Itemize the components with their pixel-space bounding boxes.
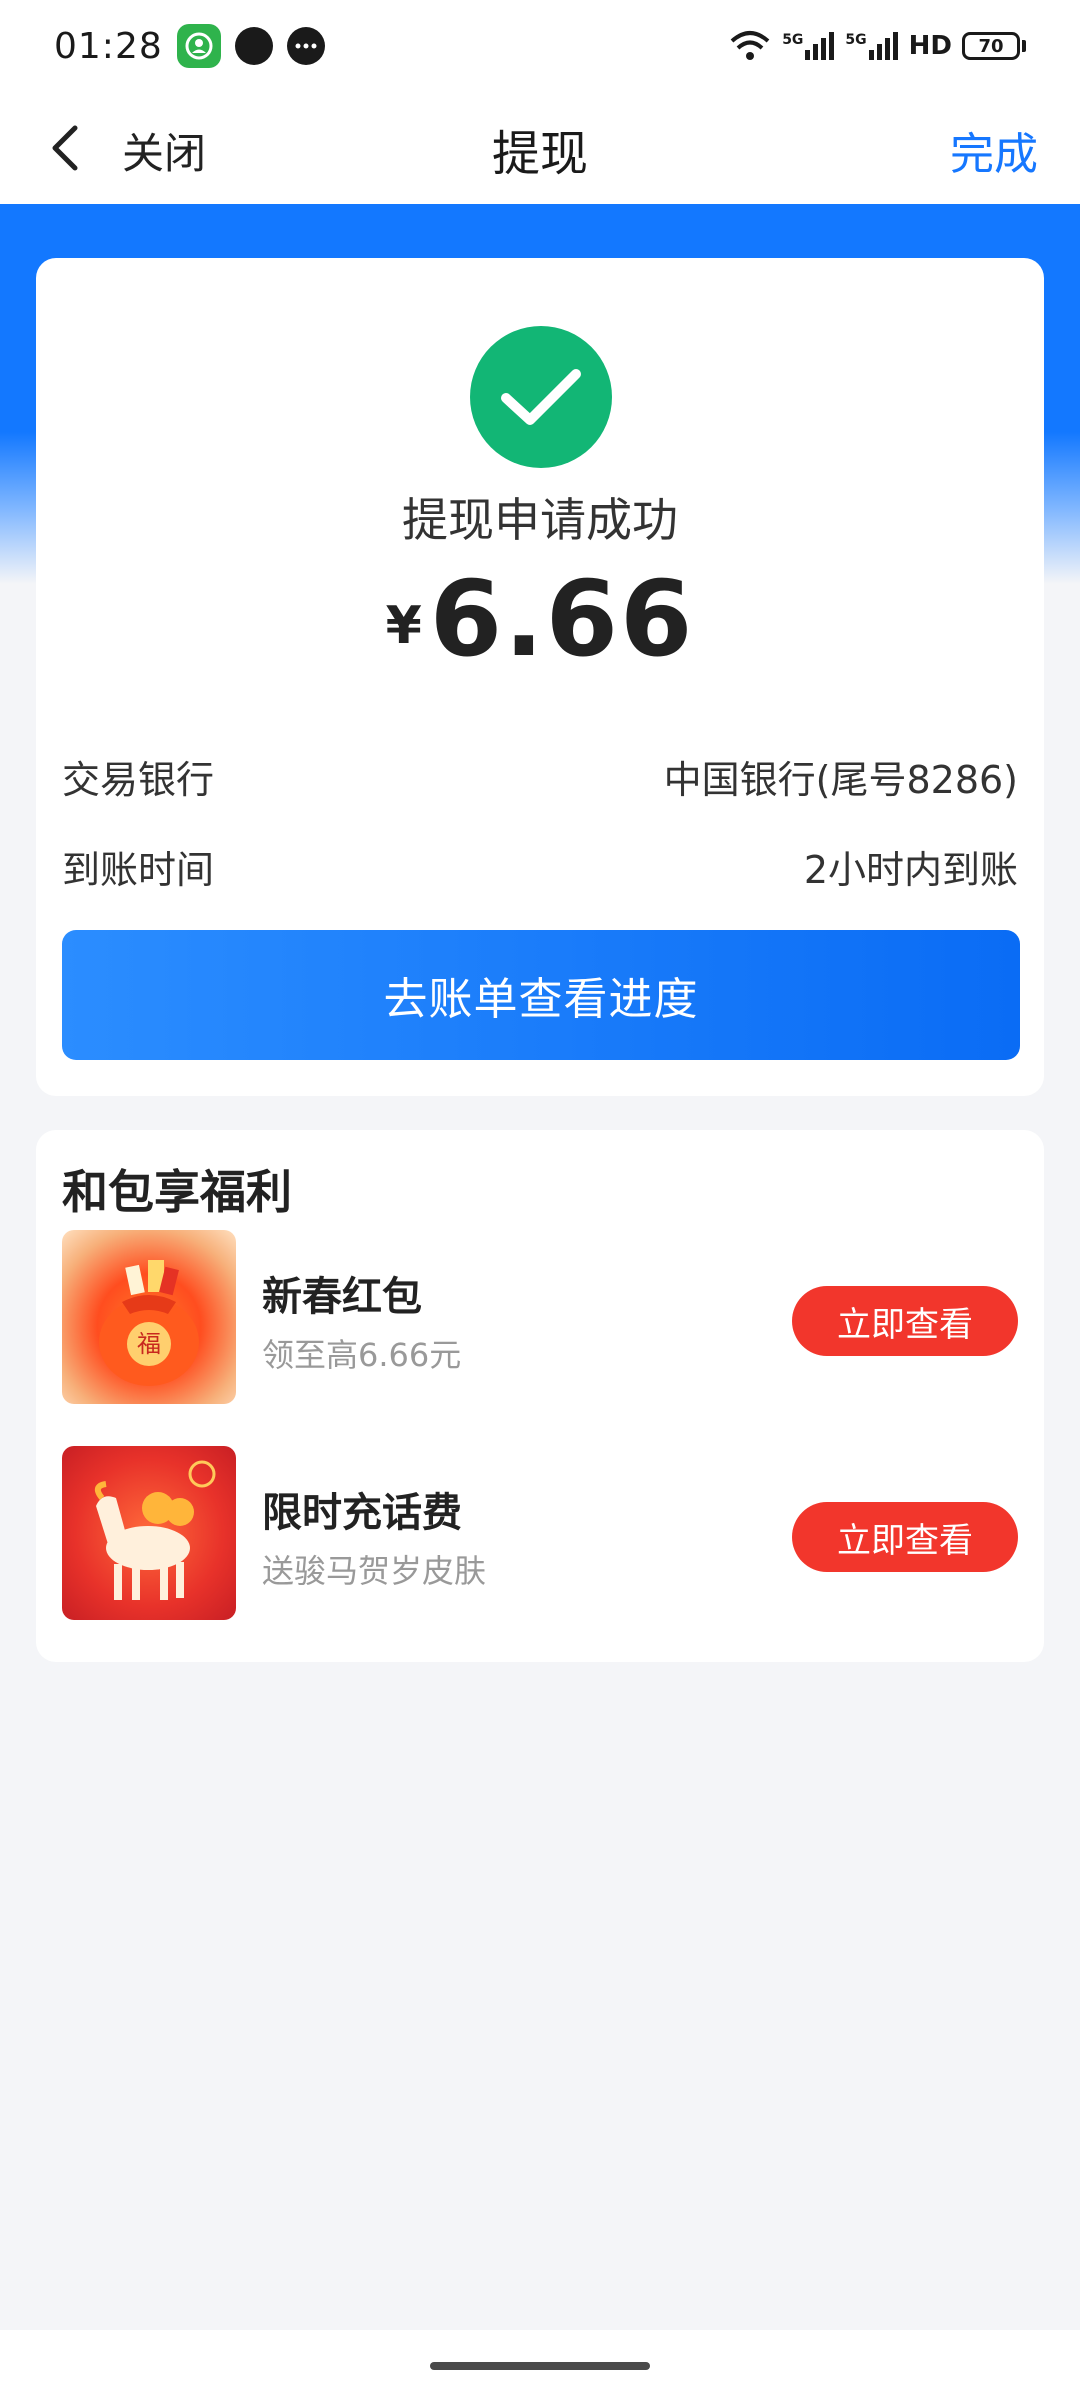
hd-label: HD (908, 31, 952, 61)
currency-symbol: ¥ (385, 596, 422, 656)
withdraw-result-page: 01:28 5G 5G HD 70 关闭 提现 完成 提现申请成功 ¥6.66 … (0, 0, 1080, 2400)
signal-1-label: 5G (782, 32, 804, 48)
battery-icon: 70 (962, 32, 1026, 60)
status-time: 01:28 (54, 25, 163, 67)
amount-display: ¥6.66 (36, 558, 1044, 680)
lucky-bag-image: 福 (62, 1230, 236, 1404)
status-bar: 01:28 5G 5G HD 70 (0, 0, 1080, 92)
app-notification-icon (234, 27, 273, 65)
signal-icon: 5G (782, 32, 835, 60)
signal-2-label: 5G (845, 32, 867, 48)
done-button[interactable]: 完成 (950, 118, 1038, 182)
benefit-item-phone-recharge[interactable]: 限时充话费 送骏马贺岁皮肤 立即查看 (62, 1446, 1018, 1622)
horse-image (62, 1446, 236, 1620)
back-button[interactable] (34, 116, 94, 180)
info-value: 2小时内到账 (803, 847, 1018, 892)
gesture-bar-area (0, 2330, 1080, 2400)
battery-level: 70 (962, 32, 1020, 60)
info-value: 中国银行(尾号8286) (663, 757, 1018, 802)
benefit-subtitle: 领至高6.66元 (262, 1336, 462, 1374)
amount-value: 6.66 (429, 558, 695, 680)
message-icon (286, 27, 325, 65)
status-indicators: 5G 5G HD 70 (728, 29, 1026, 63)
checkmark-icon (470, 326, 612, 468)
chevron-left-icon (52, 125, 78, 171)
benefit-title: 新春红包 (262, 1274, 422, 1320)
info-label: 交易银行 (62, 757, 215, 802)
info-row-arrival-time: 到账时间 2小时内到账 (62, 836, 1018, 896)
notification-icons (176, 24, 325, 68)
navigation-bar: 关闭 提现 完成 (0, 92, 1080, 204)
benefit-subtitle: 送骏马贺岁皮肤 (262, 1552, 487, 1590)
result-title: 提现申请成功 (402, 493, 678, 547)
view-bill-progress-button[interactable]: 去账单查看进度 (62, 930, 1020, 1060)
wifi-icon (730, 31, 770, 60)
signal-icon-2: 5G (845, 32, 898, 60)
withdraw-result-card: 提现申请成功 ¥6.66 交易银行 中国银行(尾号8286) 到账时间 2小时内… (36, 258, 1044, 1096)
section-title: 和包享福利 (62, 1165, 292, 1219)
home-indicator[interactable] (430, 2362, 650, 2370)
view-now-button[interactable]: 立即查看 (792, 1502, 1018, 1572)
info-row-bank: 交易银行 中国银行(尾号8286) (62, 746, 1018, 806)
benefits-card: 和包享福利 福 新春红包 领至高6.66元 立即查看 限时充话费 送骏马贺岁皮肤… (36, 1130, 1044, 1662)
benefit-title: 限时充话费 (262, 1490, 462, 1536)
info-label: 到账时间 (62, 847, 215, 892)
svg-text:福: 福 (137, 1330, 161, 1358)
benefit-item-red-packet[interactable]: 福 新春红包 领至高6.66元 立即查看 (62, 1230, 1018, 1406)
contacts-app-icon (176, 24, 221, 68)
close-button[interactable]: 关闭 (122, 120, 206, 181)
view-now-button[interactable]: 立即查看 (792, 1286, 1018, 1356)
